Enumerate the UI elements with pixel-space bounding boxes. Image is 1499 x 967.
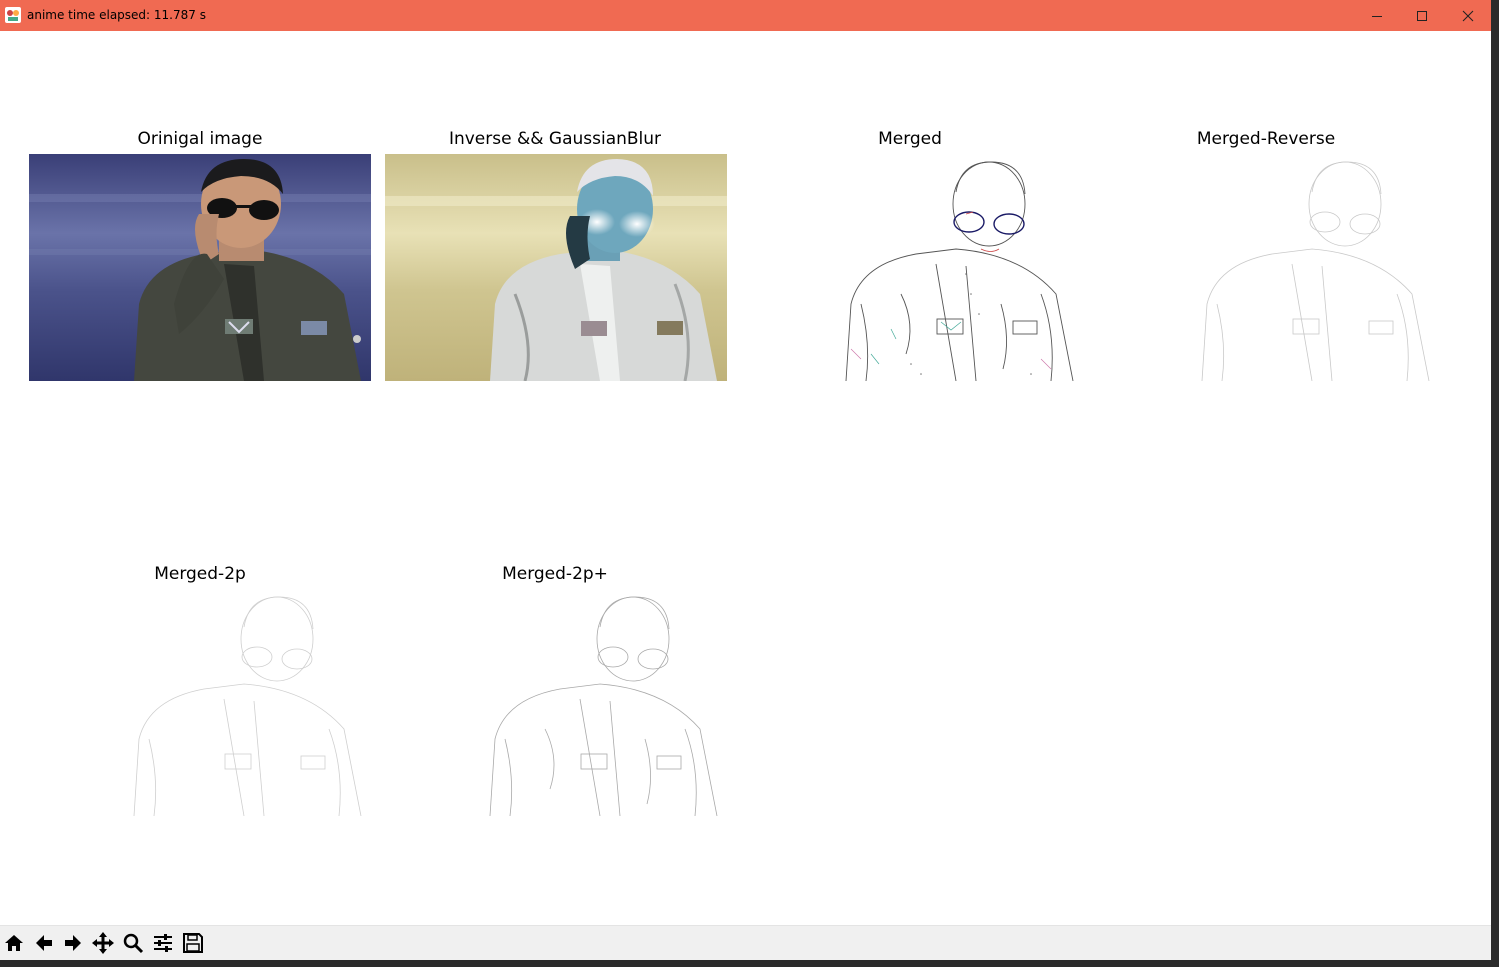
- subplot-title-merged-2p-plus: Merged-2p+: [502, 564, 608, 584]
- figure-window: anime time elapsed: 11.787 s Orinigal im…: [0, 0, 1491, 960]
- minimize-icon: [1372, 15, 1382, 17]
- window-title: anime time elapsed: 11.787 s: [27, 8, 206, 22]
- subplot-title-inverse-blur: Inverse && GaussianBlur: [448, 129, 662, 149]
- back-button[interactable]: [30, 929, 58, 957]
- save-button[interactable]: [179, 929, 207, 957]
- home-button[interactable]: [0, 929, 28, 957]
- subplot-merged-reverse-image[interactable]: [1097, 154, 1439, 381]
- maximize-icon: [1417, 10, 1427, 21]
- subplot-original-image[interactable]: [29, 154, 371, 381]
- figure-canvas[interactable]: Orinigal image Inverse && GaussianBlur M…: [0, 31, 1491, 925]
- subplot-merged-2p-plus-image[interactable]: [385, 589, 727, 816]
- title-bar[interactable]: anime time elapsed: 11.787 s: [0, 0, 1491, 31]
- subplot-merged-image[interactable]: [741, 154, 1083, 381]
- subplot-title-original: Orinigal image: [137, 129, 263, 149]
- navigation-toolbar: [0, 925, 1491, 960]
- subplot-merged-2p-image[interactable]: [29, 589, 371, 816]
- pan-icon: [92, 932, 114, 954]
- configure-subplots-icon: [154, 934, 172, 952]
- app-icon: [5, 7, 21, 23]
- window-border-bottom: [0, 960, 1499, 967]
- close-icon: [1462, 10, 1474, 21]
- zoom-button[interactable]: [119, 929, 147, 957]
- forward-button[interactable]: [59, 929, 87, 957]
- save-icon: [183, 933, 203, 953]
- subplot-title-merged-2p: Merged-2p: [154, 564, 246, 584]
- pan-button[interactable]: [89, 929, 117, 957]
- forward-arrow-icon: [65, 935, 81, 951]
- window-border-right: [1491, 0, 1499, 967]
- subplot-title-merged-reverse: Merged-Reverse: [1196, 129, 1336, 149]
- minimize-button[interactable]: [1354, 0, 1400, 31]
- zoom-icon: [123, 933, 144, 954]
- configure-subplots-button[interactable]: [149, 929, 177, 957]
- subplot-inverse-blur-image[interactable]: [385, 154, 727, 381]
- close-button[interactable]: [1445, 0, 1491, 31]
- subplot-title-merged: Merged: [878, 129, 942, 149]
- home-icon: [5, 935, 23, 951]
- maximize-button[interactable]: [1399, 0, 1445, 31]
- back-arrow-icon: [36, 935, 52, 951]
